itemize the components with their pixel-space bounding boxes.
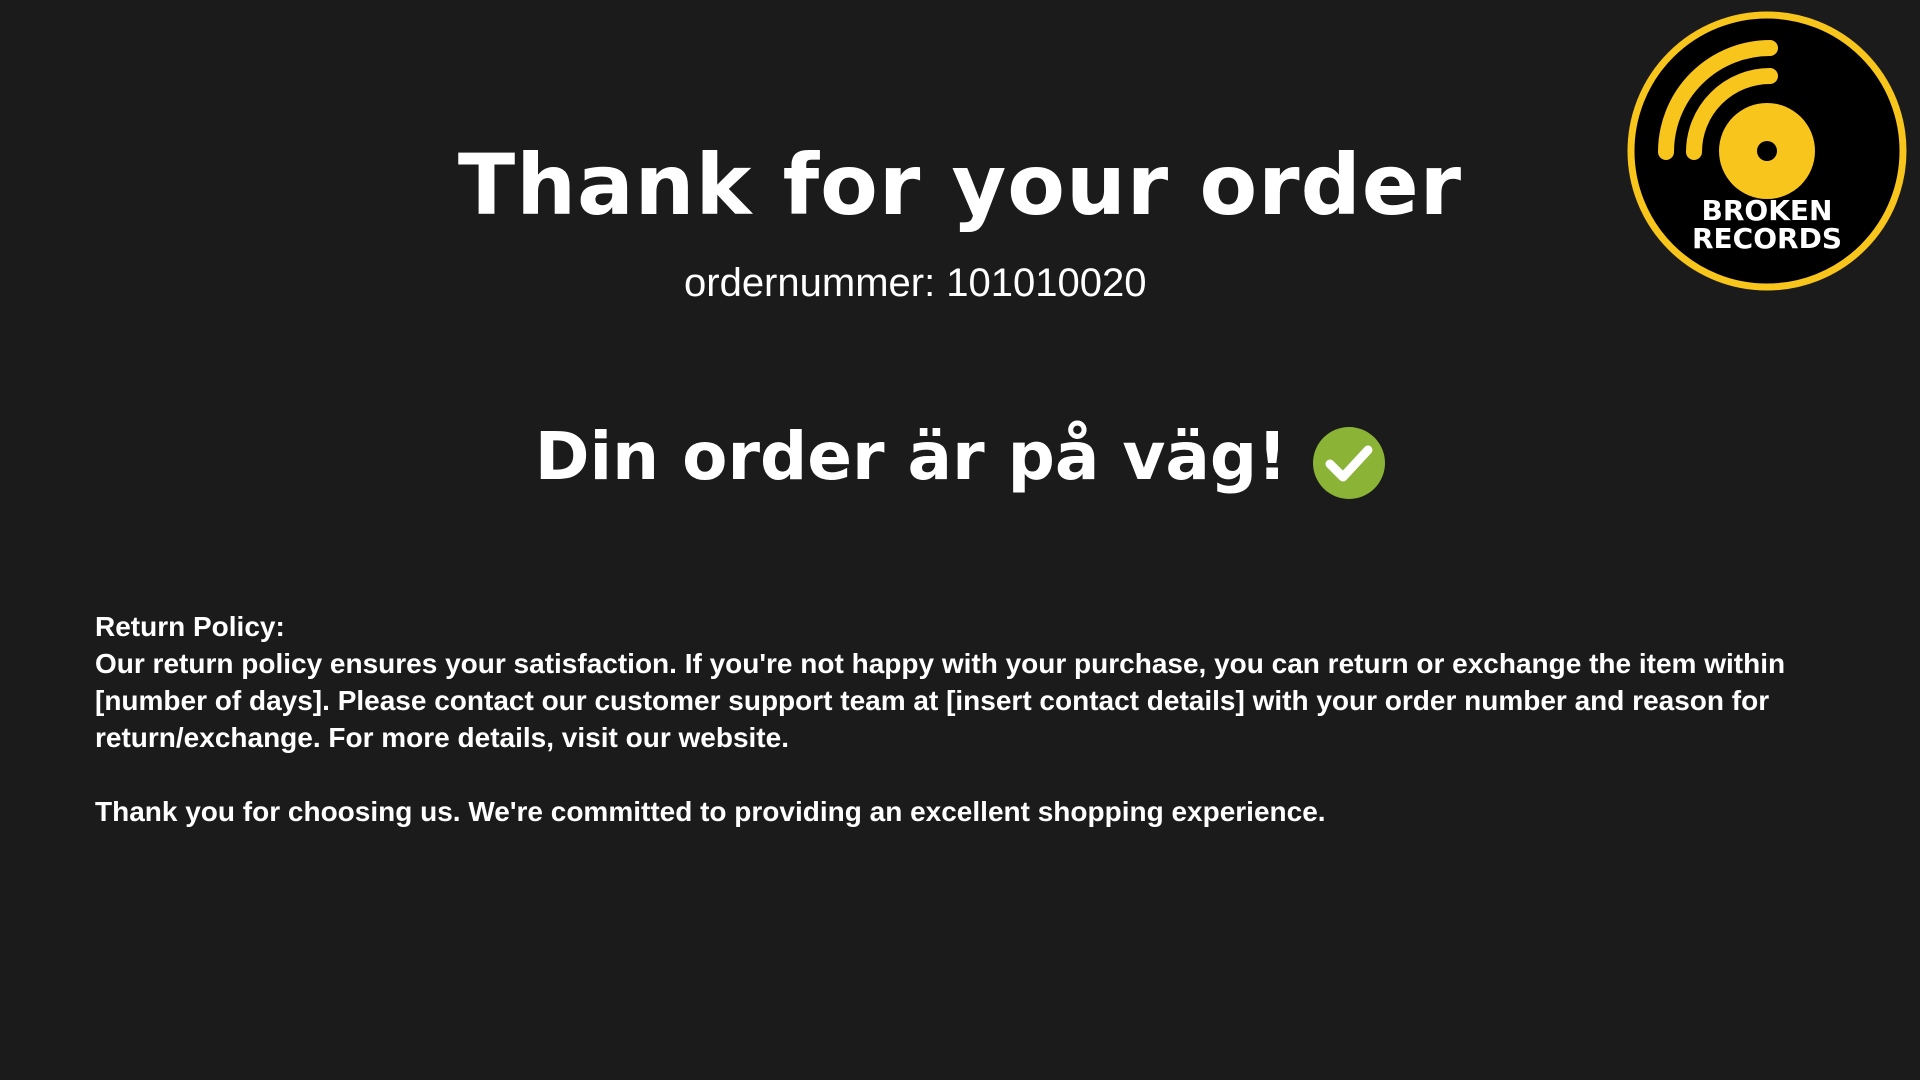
return-policy-body: Our return policy ensures your satisfact…	[95, 648, 1786, 753]
return-policy-heading: Return Policy:	[95, 611, 285, 642]
broken-records-logo: BROKEN RECORDS	[1627, 11, 1907, 291]
vinyl-record-icon	[1719, 103, 1815, 199]
logo-text-line2: RECORDS	[1692, 222, 1842, 255]
return-policy: Return Policy: Our return policy ensures…	[95, 608, 1855, 830]
order-number: ordernummer: 101010020	[684, 261, 1147, 305]
check-circle-icon	[1313, 427, 1386, 499]
order-status-text: Din order är på väg!	[534, 418, 1288, 495]
closing-message: Thank you for choosing us. We're committ…	[95, 796, 1326, 827]
order-status: Din order är på väg!	[0, 414, 1920, 500]
